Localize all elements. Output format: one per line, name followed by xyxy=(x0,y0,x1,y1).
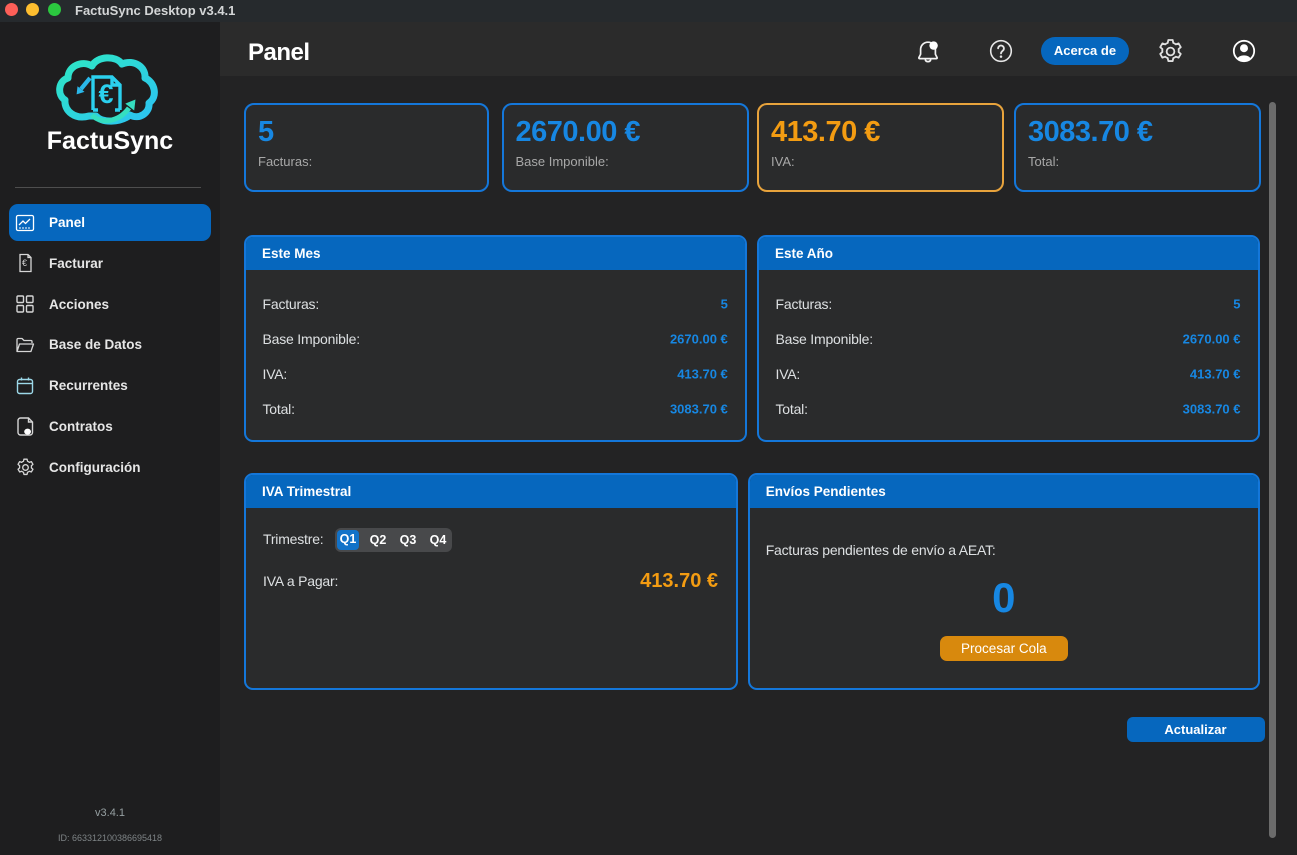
svg-text:€: € xyxy=(98,79,113,109)
svg-text:€: € xyxy=(22,258,27,268)
